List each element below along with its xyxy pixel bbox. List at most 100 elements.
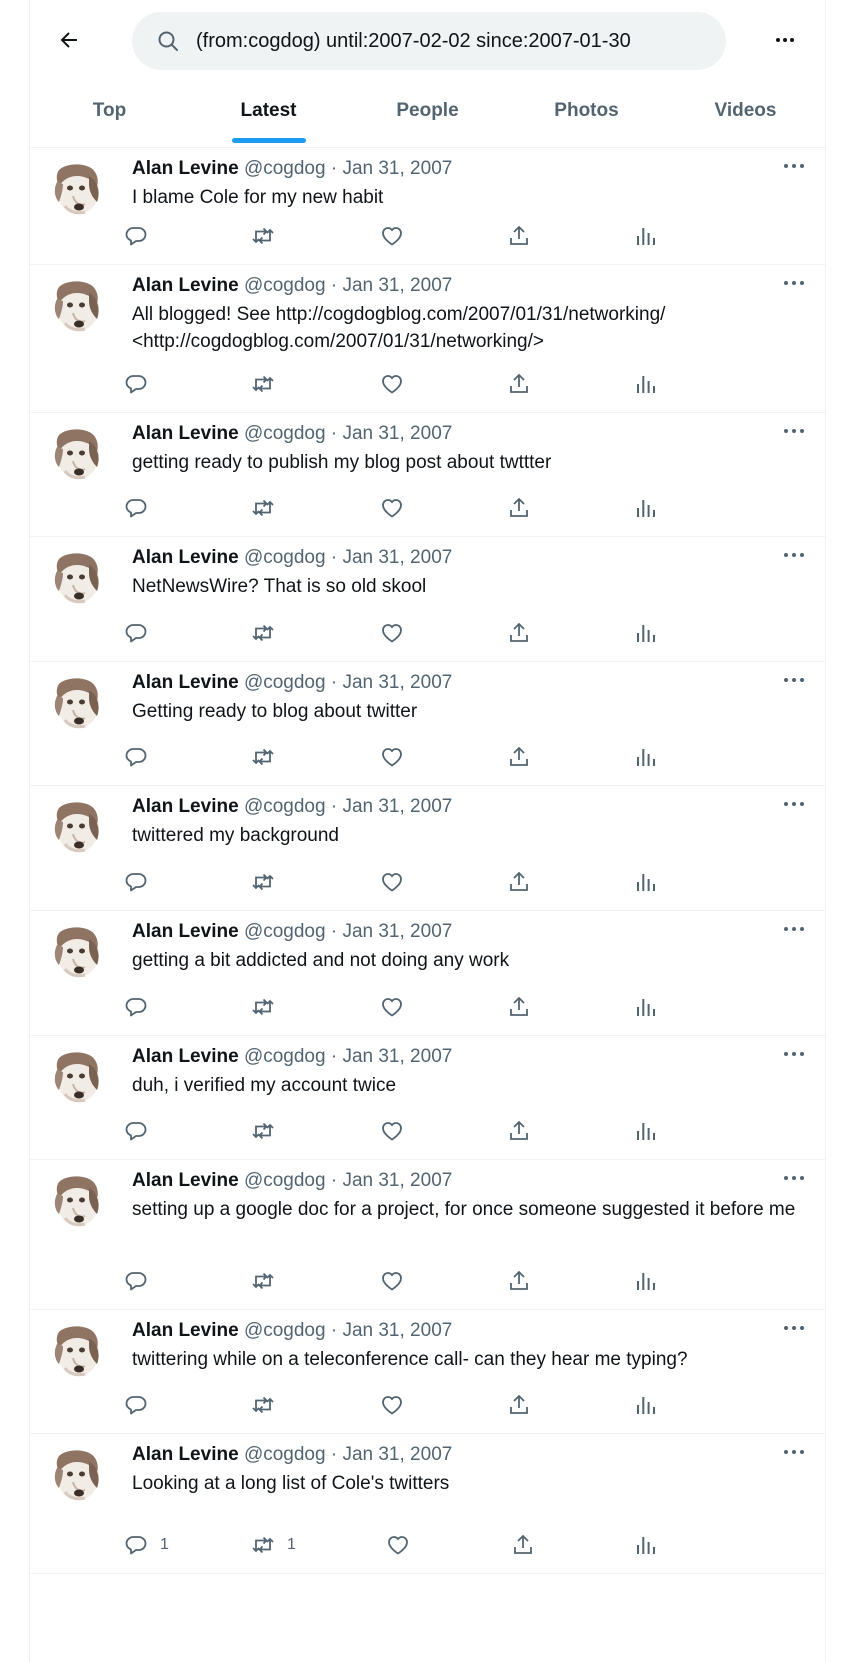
reply-button[interactable] [124,1391,160,1419]
tweet[interactable]: Alan Levine @cogdog · Jan 31, 2007 I bla… [30,148,825,265]
tweet-more-button[interactable] [777,545,811,565]
tweet[interactable]: Alan Levine @cogdog · Jan 31, 2007 NetNe… [30,537,825,662]
share-button[interactable] [507,1267,531,1295]
like-button[interactable] [380,619,404,647]
views-button[interactable] [634,1267,658,1295]
tweet-more-button[interactable] [777,670,811,690]
tweet[interactable]: Alan Levine @cogdog · Jan 31, 2007 Getti… [30,662,825,786]
tweet-date[interactable]: Jan 31, 2007 [342,275,452,296]
avatar[interactable] [51,674,103,732]
tweet[interactable]: Alan Levine @cogdog · Jan 31, 2007 duh, … [30,1036,825,1160]
reply-button[interactable] [124,494,160,522]
author-handle[interactable]: @cogdog [244,921,326,942]
like-button[interactable] [380,1117,404,1145]
views-button[interactable] [634,743,658,771]
share-button[interactable] [511,1531,535,1559]
tweet-date[interactable]: Jan 31, 2007 [342,921,452,942]
tweet-more-button[interactable] [777,156,811,176]
tab-photos[interactable]: Photos [507,82,666,148]
share-button[interactable] [507,868,531,896]
author-handle[interactable]: @cogdog [244,796,326,817]
author-handle[interactable]: @cogdog [244,1046,326,1067]
author-handle[interactable]: @cogdog [244,275,326,296]
retweet-button[interactable]: 1 [251,1531,296,1559]
reply-button[interactable]: 1 [124,1531,169,1559]
tweet-date[interactable]: Jan 31, 2007 [342,672,452,693]
reply-button[interactable] [124,868,160,896]
search-box[interactable] [132,12,726,70]
tweet[interactable]: Alan Levine @cogdog · Jan 31, 2007 twitt… [30,1310,825,1434]
author-name[interactable]: Alan Levine [132,275,239,296]
author-name[interactable]: Alan Levine [132,1170,239,1191]
retweet-button[interactable] [251,370,287,398]
reply-button[interactable] [124,993,160,1021]
avatar[interactable] [51,1172,103,1230]
share-button[interactable] [507,222,531,250]
share-button[interactable] [507,619,531,647]
views-button[interactable] [634,1531,658,1559]
reply-button[interactable] [124,619,160,647]
tweet[interactable]: Alan Levine @cogdog · Jan 31, 2007 All b… [30,265,825,413]
tab-videos[interactable]: Videos [666,82,825,148]
tweet[interactable]: Alan Levine @cogdog · Jan 31, 2007 getti… [30,911,825,1036]
avatar[interactable] [51,1322,103,1380]
search-input[interactable] [196,29,696,53]
tweet[interactable]: Alan Levine @cogdog · Jan 31, 2007 getti… [30,413,825,537]
tweet-more-button[interactable] [777,1168,811,1188]
like-button[interactable] [380,222,404,250]
like-button[interactable] [380,743,404,771]
reply-button[interactable] [124,1117,160,1145]
like-button[interactable] [380,1267,404,1295]
share-button[interactable] [507,743,531,771]
tweet-date[interactable]: Jan 31, 2007 [342,1444,452,1465]
author-handle[interactable]: @cogdog [244,547,326,568]
share-button[interactable] [507,370,531,398]
retweet-button[interactable] [251,1267,287,1295]
tweet[interactable]: Alan Levine @cogdog · Jan 31, 2007 setti… [30,1160,825,1310]
tweet-date[interactable]: Jan 31, 2007 [342,423,452,444]
avatar[interactable] [51,425,103,483]
tweet-more-button[interactable] [777,794,811,814]
views-button[interactable] [634,1117,658,1145]
retweet-button[interactable] [251,993,287,1021]
author-handle[interactable]: @cogdog [244,1170,326,1191]
tweet-date[interactable]: Jan 31, 2007 [342,1046,452,1067]
retweet-button[interactable] [251,222,287,250]
avatar[interactable] [51,923,103,981]
avatar[interactable] [51,1446,103,1504]
avatar[interactable] [51,549,103,607]
author-name[interactable]: Alan Levine [132,796,239,817]
tweet-date[interactable]: Jan 31, 2007 [342,1320,452,1341]
like-button[interactable] [380,993,404,1021]
tab-people[interactable]: People [348,82,507,148]
author-name[interactable]: Alan Levine [132,672,239,693]
author-name[interactable]: Alan Levine [132,921,239,942]
author-handle[interactable]: @cogdog [244,672,326,693]
tweet-more-button[interactable] [777,273,811,293]
avatar[interactable] [51,798,103,856]
reply-button[interactable] [124,370,160,398]
avatar[interactable] [51,160,103,218]
author-name[interactable]: Alan Levine [132,158,239,179]
author-name[interactable]: Alan Levine [132,423,239,444]
tab-top[interactable]: Top [30,82,189,148]
like-button[interactable] [380,868,404,896]
views-button[interactable] [634,868,658,896]
retweet-button[interactable] [251,619,287,647]
like-button[interactable] [380,494,404,522]
share-button[interactable] [507,494,531,522]
views-button[interactable] [634,1391,658,1419]
tweet-more-button[interactable] [777,421,811,441]
author-name[interactable]: Alan Levine [132,1444,239,1465]
tweet-date[interactable]: Jan 31, 2007 [342,547,452,568]
like-button[interactable] [380,1391,404,1419]
tweet-more-button[interactable] [777,1442,811,1462]
back-button[interactable] [48,19,90,61]
views-button[interactable] [634,619,658,647]
reply-button[interactable] [124,1267,160,1295]
author-name[interactable]: Alan Levine [132,1320,239,1341]
retweet-button[interactable] [251,494,287,522]
more-options-button[interactable] [765,20,805,60]
tweet[interactable]: Alan Levine @cogdog · Jan 31, 2007 twitt… [30,786,825,911]
tweet-more-button[interactable] [777,919,811,939]
